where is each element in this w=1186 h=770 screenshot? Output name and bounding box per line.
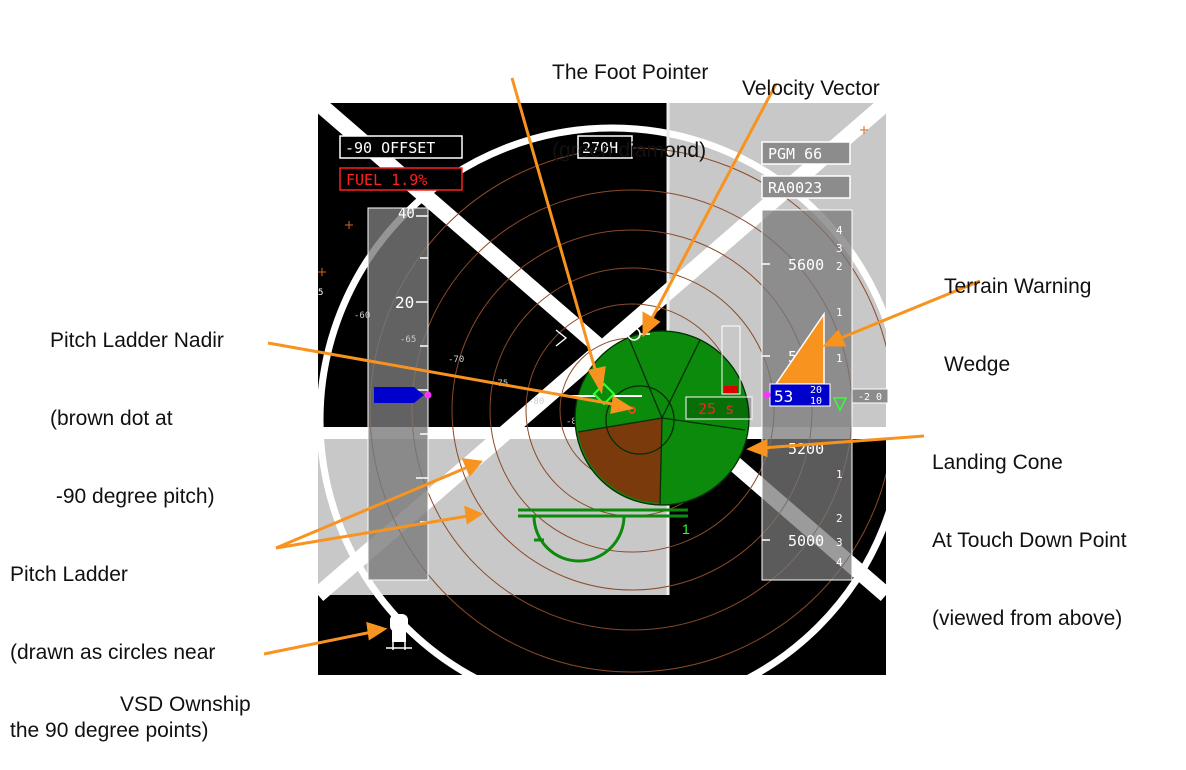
- landing-cone-callout: Landing Cone At Touch Down Point (viewed…: [932, 398, 1127, 658]
- altitude-side-label: -2 0: [858, 392, 882, 403]
- pitch-number: -80: [528, 397, 544, 407]
- altitude-readout-sub: 20: [810, 385, 822, 396]
- fuel-label: FUEL 1.9%: [346, 171, 427, 189]
- pitch-ladder-nadir-callout-line: Pitch Ladder Nadir: [50, 329, 224, 352]
- speed-tick-label: 20: [395, 293, 414, 312]
- altitude-scale-mark: 4: [836, 556, 843, 569]
- landing-cone-callout-line: (viewed from above): [932, 607, 1123, 630]
- vertical-speed-fill: [724, 386, 738, 393]
- time-readout: 25 s: [698, 400, 734, 418]
- foot-pointer-callout-line: The Foot Pointer: [552, 61, 709, 84]
- landing-cone-callout-line: Landing Cone: [932, 451, 1063, 474]
- altitude-scale-mark: 1: [836, 306, 843, 319]
- pitch-ladder-callout-line: Pitch Ladder: [10, 563, 128, 586]
- terrain-warning-callout: Terrain Warning Wedge: [944, 222, 1091, 404]
- altitude-label: 5000: [788, 532, 824, 550]
- altitude-scale-mark: 2: [836, 512, 843, 525]
- vsd-ownship-callout-line: VSD Ownship: [120, 693, 251, 716]
- velocity-vector-callout-line: Velocity Vector: [742, 77, 880, 100]
- pitch-ladder-nadir-callout: Pitch Ladder Nadir (brown dot at -90 deg…: [50, 276, 224, 536]
- speed-tick-label: 40: [398, 206, 415, 222]
- altitude-scale-mark: 1: [836, 352, 843, 365]
- pitch-ladder-nadir-callout-line: -90 degree pitch): [50, 485, 215, 508]
- pitch-scale-mark: -60: [354, 311, 370, 321]
- altitude-readout-main: 53: [774, 387, 793, 406]
- pitch-number: -70: [448, 355, 464, 365]
- ra-label: RA0023: [768, 179, 822, 197]
- altitude-label: 5600: [788, 256, 824, 274]
- altitude-readout: 53 20 10: [763, 383, 831, 407]
- cone-number: 1: [682, 521, 690, 537]
- landing-cone-callout-line: At Touch Down Point: [932, 529, 1127, 552]
- altitude-scale-mark: 3: [836, 242, 843, 255]
- altitude-readout-sub: 10: [810, 396, 822, 407]
- vsd-ownship-callout: VSD Ownship: [120, 640, 251, 744]
- foot-pointer-callout: The Foot Pointer (green diamond): [552, 8, 708, 190]
- velocity-vector-callout: Velocity Vector: [742, 24, 880, 128]
- pitch-scale-mark: -65: [400, 335, 416, 345]
- altitude-scale-mark: 1: [836, 468, 843, 481]
- altitude-scale-mark: 4: [836, 224, 843, 237]
- pitch-ladder-nadir-callout-line: (brown dot at: [50, 407, 173, 430]
- offset-label: -90 OFFSET: [345, 139, 435, 157]
- foot-pointer-callout-line: (green diamond): [552, 139, 707, 162]
- altitude-scale-mark: 3: [836, 536, 843, 549]
- altitude-scale-mark: 2: [836, 260, 843, 273]
- terrain-warning-callout-line: Terrain Warning: [944, 275, 1092, 298]
- pgm-label: PGM 66: [768, 145, 822, 163]
- pitch-scale-mark: 5: [318, 288, 323, 298]
- terrain-warning-callout-line: Wedge: [944, 353, 1011, 376]
